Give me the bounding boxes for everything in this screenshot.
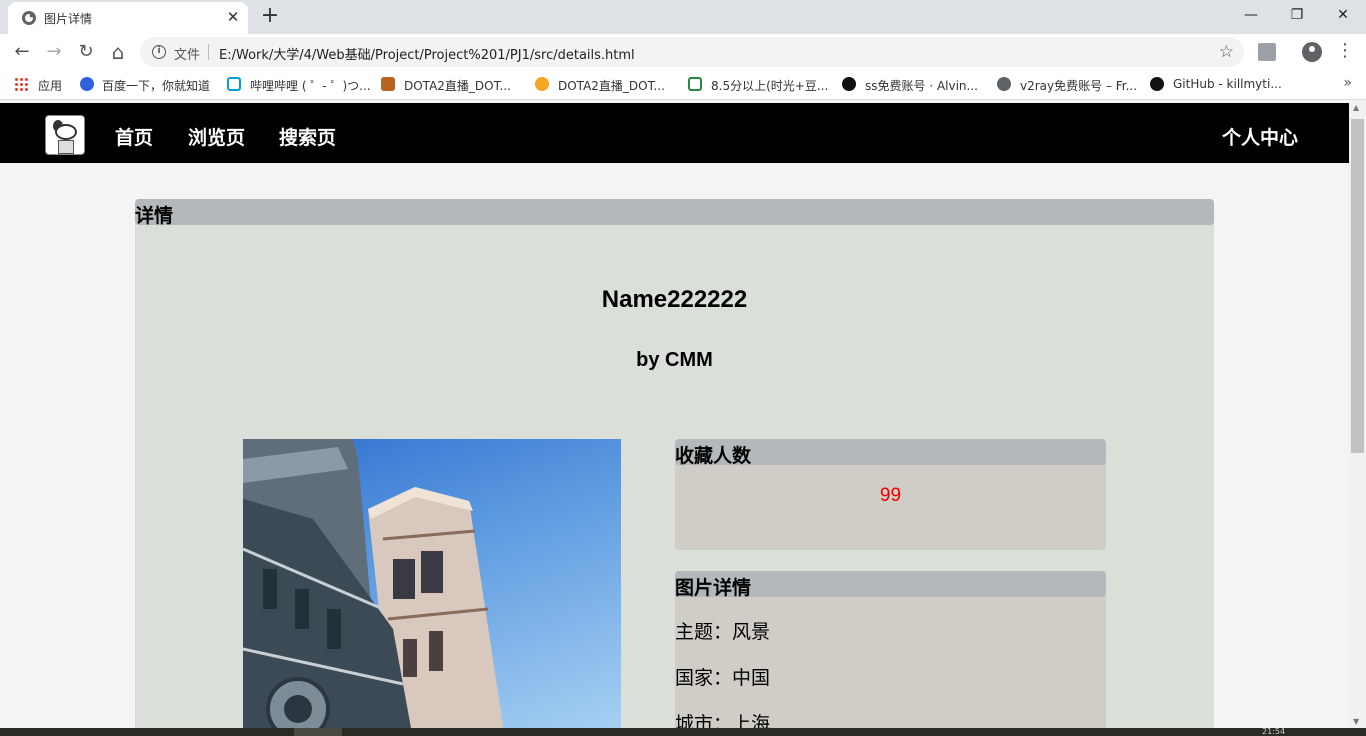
scroll-up-arrow-icon[interactable]: ▲ [1353,103,1359,112]
bookmark-item[interactable]: 哔哩哔哩 ( ゜- ゜)つ... [250,77,371,94]
taskbar-clock: 21:54 [1262,727,1286,736]
info-topic: 主题：风景 [675,621,771,643]
bookmark-star-icon[interactable]: ☆ [1219,42,1234,62]
close-window-button[interactable]: ✕ [1328,4,1358,26]
snoopy-body-icon [58,140,74,154]
douyu-icon [535,77,549,91]
globe-icon [997,77,1011,91]
browser-tab[interactable]: 图片详情 ✕ [8,2,248,34]
profile-avatar-icon[interactable] [1302,42,1322,62]
details-header-text: 详情 [135,205,174,227]
os-taskbar: 21:54 [0,728,1366,736]
cathedral-photo-image [243,439,504,728]
bookmark-item[interactable]: DOTA2直播_DOT... [558,77,665,94]
image-info-header: 图片详情 [675,571,1106,599]
detail-photo [243,439,621,728]
url-text[interactable]: E:/Work/大学/4/Web基础/Project/Project%201/P… [219,44,635,63]
snoopy-head-icon [55,124,77,140]
bookmark-item[interactable]: DOTA2直播_DOT... [404,77,511,94]
tab-strip: 图片详情 ✕ + — ❐ ✕ [0,0,1366,34]
image-title: Name222222 [601,286,748,313]
back-button[interactable]: ← [10,40,34,64]
bookmarks-bar: 应用 百度一下，你就知道 哔哩哔哩 ( ゜- ゜)つ... DOTA2直播_DO… [0,70,1366,100]
scroll-down-arrow-icon[interactable]: ▼ [1353,717,1359,726]
globe-icon [22,11,36,25]
details-header: 详情 [135,199,1214,227]
file-label: 文件 [174,48,201,63]
bookmark-item[interactable]: 8.5分以上(时光+豆... [711,77,828,94]
browser-menu-icon[interactable]: ⋮ [1336,40,1354,61]
favorites-header-text: 收藏人数 [675,445,752,467]
image-author: by CMM [636,349,713,371]
pdf-extension-icon[interactable] [1258,43,1276,61]
divider [208,44,209,60]
baidu-paw-icon [80,77,94,91]
bookmarks-overflow-icon[interactable]: » [1343,75,1352,91]
nav-profile[interactable]: 个人中心 [1222,123,1298,150]
douban-icon [688,77,702,91]
site-logo[interactable] [45,115,85,155]
favorites-header: 收藏人数 [675,439,1106,467]
bilibili-icon [227,77,241,91]
site-navbar: 首页 浏览页 搜索页 个人中心 [0,103,1349,163]
tab-title: 图片详情 [44,12,93,26]
browser-toolbar: ← → ↻ ⌂ i 文件 E:/Work/大学/4/Web基础/Project/… [0,34,1366,70]
info-icon[interactable]: i [152,45,166,59]
image-info-box: 图片详情 主题：风景 国家：中国 城市：上海 [675,571,1106,728]
taskbar-app-button[interactable] [294,728,342,736]
restore-button[interactable]: ❐ [1282,4,1312,26]
nav-home[interactable]: 首页 [115,123,153,150]
bookmark-item[interactable]: ss免费账号 · Alvin... [865,77,978,94]
nav-search[interactable]: 搜索页 [279,123,336,150]
forward-button[interactable]: → [42,40,66,64]
dota-icon [381,77,395,91]
page-viewport: 首页 浏览页 搜索页 个人中心 详情 Name222222 by CMM 收藏人… [0,101,1349,728]
home-button[interactable]: ⌂ [106,40,130,64]
new-tab-button[interactable]: + [258,5,282,29]
favorites-count: 99 [879,485,902,506]
bookmark-item[interactable]: v2ray免费账号 – Fr... [1020,77,1137,94]
nav-browse[interactable]: 浏览页 [188,123,245,150]
bookmark-item[interactable]: 应用 [38,77,62,94]
bookmark-item[interactable]: GitHub - killmyti... [1173,77,1282,91]
minimize-button[interactable]: — [1236,4,1266,26]
tab-close-icon[interactable]: ✕ [224,8,242,26]
apps-grid-icon [14,77,28,91]
info-city: 城市：上海 [675,713,771,728]
scroll-thumb[interactable] [1351,119,1364,453]
page-scrollbar[interactable]: ▲ ▼ [1349,101,1366,728]
details-panel: 详情 Name222222 by CMM 收藏人数 99 图片详情 主题：风景 … [135,199,1214,728]
info-country: 国家：中国 [675,667,771,689]
image-info-header-text: 图片详情 [675,577,752,599]
favorites-box: 收藏人数 99 [675,439,1106,550]
github-icon [842,77,856,91]
bookmark-item[interactable]: 百度一下，你就知道 [102,77,210,94]
github-icon [1150,77,1164,91]
reload-button[interactable]: ↻ [74,40,98,64]
address-bar[interactable]: i 文件 E:/Work/大学/4/Web基础/Project/Project%… [140,37,1244,67]
